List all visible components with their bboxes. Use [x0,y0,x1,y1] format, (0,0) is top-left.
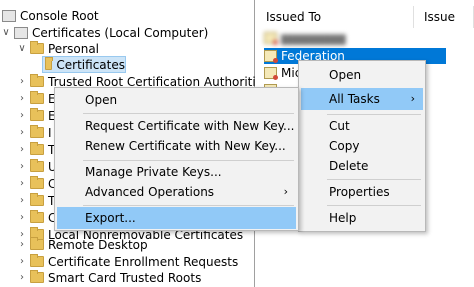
submenu-arrow-icon: › [283,185,288,198]
tree-item[interactable]: › E [16,90,56,107]
chevron-right-icon[interactable]: › [16,212,28,224]
menu-item-cut[interactable]: Cut [301,115,423,137]
menu-item-export[interactable]: Export... [57,207,296,229]
tree-item-personal[interactable]: ∨ Personal [16,40,99,57]
folder-icon [30,142,44,155]
chevron-right-icon[interactable]: › [16,195,28,207]
menu-item-all-tasks[interactable]: All Tasks › [301,88,423,110]
chevron-right-icon[interactable]: › [16,93,28,105]
chevron-right-icon[interactable]: › [16,110,28,122]
folder-icon [2,9,16,22]
folder-icon [30,237,44,250]
tree-item-label: Remote Desktop [48,237,148,252]
chevron-right-icon[interactable]: › [16,144,28,156]
tree-item[interactable]: › C [16,175,56,192]
column-header-issued-to[interactable]: Issued To [256,6,414,28]
menu-item-label: All Tasks [329,92,380,106]
menu-item-manage-private-keys[interactable]: Manage Private Keys... [57,161,296,183]
menu-item-advanced-operations[interactable]: Advanced Operations › [57,181,296,203]
tree-item-smart-card-roots[interactable]: › Smart Card Trusted Roots [16,269,201,286]
tree-item[interactable]: › T [16,192,55,209]
tree-item-enrollment-requests[interactable]: › Certificate Enrollment Requests [16,253,238,270]
menu-separator [327,179,421,180]
tree-item-label: I [48,125,52,140]
folder-icon [30,254,44,267]
chevron-right-icon[interactable]: › [16,127,28,139]
folder-icon [30,125,44,138]
column-header-issued-by[interactable]: Issue [414,6,474,28]
certificates-snapin-icon [14,26,28,39]
folder-icon [30,74,44,87]
list-item: ▆▆▆▆▆▆▆ [264,30,384,46]
menu-item-renew-certificate[interactable]: Renew Certificate with New Key... [57,135,296,157]
tree-item-certificates[interactable]: Certificates [42,56,126,73]
menu-item-label: Advanced Operations [85,185,215,199]
tree-item-certificates-local[interactable]: ∨ Certificates (Local Computer) [0,24,208,41]
certificate-icon [264,50,278,63]
chevron-right-icon[interactable]: › [16,76,28,88]
list-item[interactable]: Mic [264,65,301,81]
folder-icon [30,41,44,54]
tree-item[interactable]: › E [16,107,56,124]
tree-item-label: Certificates (Local Computer) [32,25,209,40]
tree-item-label: Certificates [56,57,125,72]
tree-item[interactable]: › U [16,158,57,175]
folder-icon [30,193,44,206]
tree-item-label: Certificate Enrollment Requests [48,254,239,269]
folder-icon [45,57,54,70]
menu-separator [83,205,294,206]
submenu-arrow-icon: › [410,92,415,105]
tree-item-label: Smart Card Trusted Roots [48,270,202,285]
all-tasks-submenu: Open Request Certificate with New Key...… [54,87,299,231]
menu-item-open[interactable]: Open [301,64,423,86]
chevron-right-icon[interactable]: › [16,256,28,268]
menu-item-properties[interactable]: Properties [301,181,423,203]
tree-item-label: Personal [48,41,100,56]
tree-item[interactable]: › C [16,209,56,226]
chevron-right-icon[interactable]: › [16,272,28,284]
folder-icon [30,210,44,223]
tree-item-remote-desktop[interactable]: › Remote Desktop [16,236,148,253]
menu-item-request-certificate[interactable]: Request Certificate with New Key... [57,115,296,137]
chevron-right-icon[interactable]: › [16,239,28,251]
folder-icon [30,176,44,189]
folder-icon [30,108,44,121]
menu-item-copy[interactable]: Copy [301,135,423,157]
tree-item[interactable]: › I [16,124,52,141]
folder-icon [30,159,44,172]
chevron-right-icon[interactable]: › [16,161,28,173]
certificate-icon [264,32,278,45]
folder-icon [30,91,44,104]
chevron-down-icon[interactable]: ∨ [0,27,12,39]
chevron-down-icon[interactable]: ∨ [16,43,28,55]
certificate-icon [264,67,278,80]
menu-item-delete[interactable]: Delete [301,155,423,177]
menu-separator [327,205,421,206]
menu-separator [83,113,294,114]
folder-icon [30,270,44,283]
chevron-right-icon[interactable]: › [16,178,28,190]
menu-item-help[interactable]: Help [301,207,423,229]
tree-item-console-root[interactable]: Console Root [0,7,99,24]
tree-item-label: Console Root [20,8,99,23]
menu-item-open[interactable]: Open [57,89,296,111]
certificate-context-menu: Open All Tasks › Cut Copy Delete Propert… [298,60,426,232]
tree-item[interactable]: › T [16,141,55,158]
